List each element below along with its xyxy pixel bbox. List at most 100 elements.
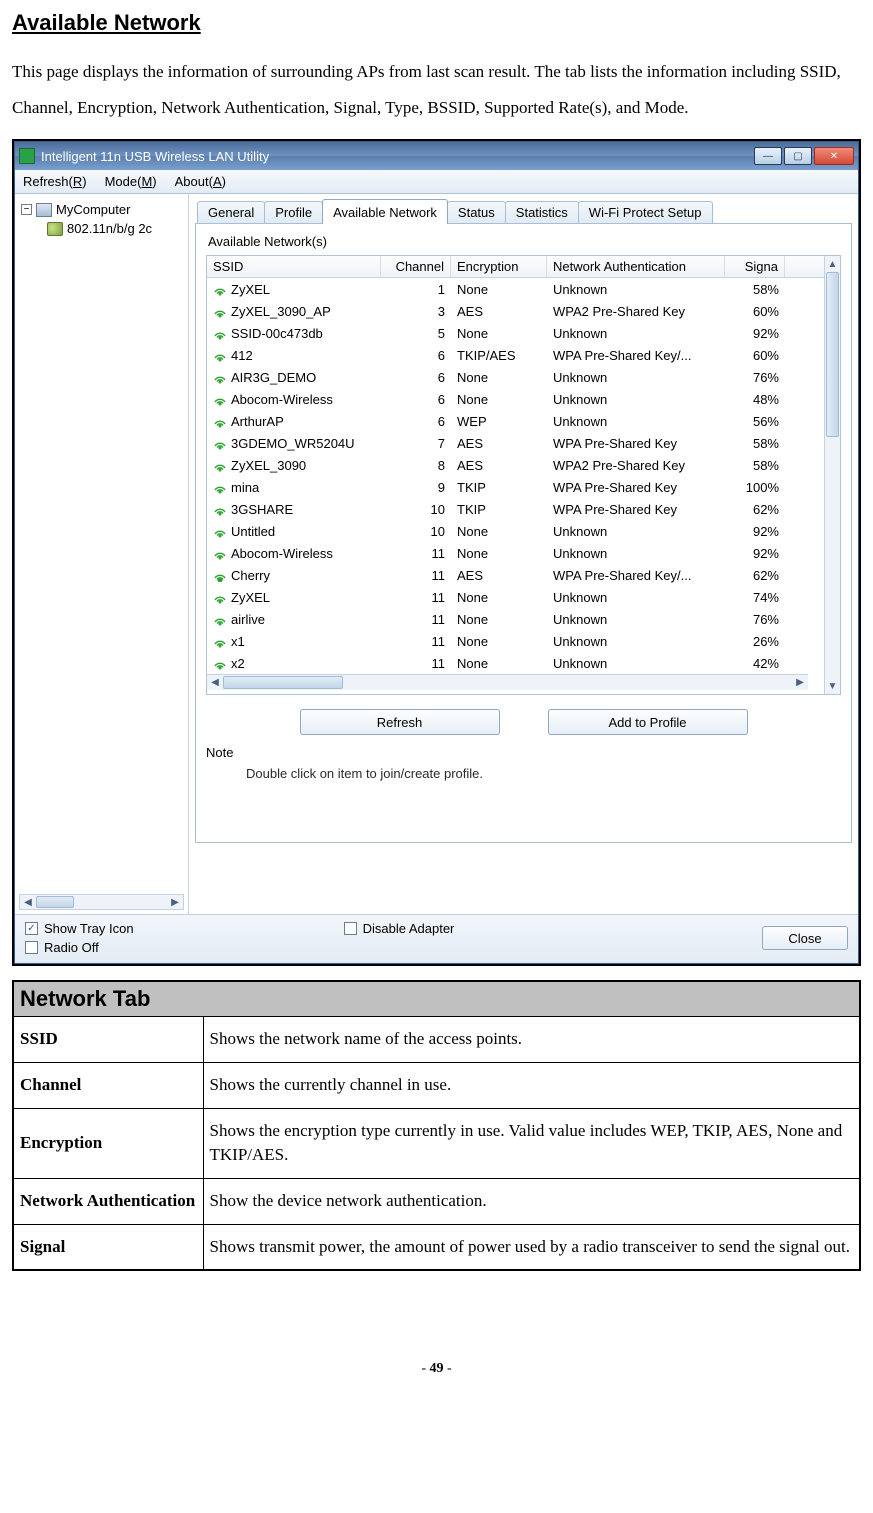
network-auth: WPA Pre-Shared Key/... xyxy=(547,346,725,365)
tree-collapse-icon[interactable]: − xyxy=(21,204,32,215)
network-auth: WPA Pre-Shared Key xyxy=(547,434,725,453)
row-label: Encryption xyxy=(13,1108,203,1178)
checkbox-icon: ✓ xyxy=(25,922,38,935)
network-auth: WPA2 Pre-Shared Key xyxy=(547,302,725,321)
network-auth: Unknown xyxy=(547,324,725,343)
network-row[interactable]: AIR3G_DEMO6NoneUnknown76% xyxy=(207,366,824,388)
network-encryption: None xyxy=(451,544,547,563)
network-row[interactable]: ZyXEL11NoneUnknown74% xyxy=(207,586,824,608)
tab-statistics[interactable]: Statistics xyxy=(505,201,579,224)
network-encryption: AES xyxy=(451,566,547,585)
network-ssid: x1 xyxy=(231,634,245,649)
network-channel: 11 xyxy=(381,588,451,607)
network-encryption: None xyxy=(451,632,547,651)
row-desc: Shows the encryption type currently in u… xyxy=(203,1108,860,1178)
network-encryption: TKIP xyxy=(451,500,547,519)
network-signal: 26% xyxy=(725,632,785,651)
network-row[interactable]: Abocom-Wireless6NoneUnknown48% xyxy=(207,388,824,410)
tab-profile[interactable]: Profile xyxy=(264,201,323,224)
network-ssid: 412 xyxy=(231,348,253,363)
network-channel: 9 xyxy=(381,478,451,497)
menu-refresh[interactable]: Refresh(R) xyxy=(23,174,87,189)
network-encryption: None xyxy=(451,324,547,343)
network-encryption: None xyxy=(451,280,547,299)
disable-adapter-checkbox[interactable]: Disable Adapter xyxy=(344,921,455,936)
network-channel: 6 xyxy=(381,390,451,409)
show-tray-label: Show Tray Icon xyxy=(44,921,134,936)
col-header-ssid[interactable]: SSID xyxy=(207,256,381,277)
tree-root-node[interactable]: − MyComputer xyxy=(19,200,184,219)
network-row[interactable]: airlive11NoneUnknown76% xyxy=(207,608,824,630)
add-to-profile-button[interactable]: Add to Profile xyxy=(548,709,748,735)
network-encryption: None xyxy=(451,588,547,607)
table-header: Network Tab xyxy=(13,981,860,1017)
network-row[interactable]: Untitled10NoneUnknown92% xyxy=(207,520,824,542)
network-channel: 6 xyxy=(381,346,451,365)
list-header-row[interactable]: SSID Channel Encryption Network Authenti… xyxy=(207,256,824,278)
tree-horizontal-scrollbar[interactable]: ◀▶ xyxy=(19,894,184,910)
wifi-signal-icon xyxy=(213,504,227,516)
network-row[interactable]: SSID-00c473db5NoneUnknown92% xyxy=(207,322,824,344)
network-signal: 92% xyxy=(725,522,785,541)
network-signal: 92% xyxy=(725,544,785,563)
tab-status[interactable]: Status xyxy=(447,201,506,224)
network-row[interactable]: ZyXEL1NoneUnknown58% xyxy=(207,278,824,300)
radio-off-checkbox[interactable]: Radio Off xyxy=(25,940,134,955)
network-ssid: Abocom-Wireless xyxy=(231,392,333,407)
tab-available-network[interactable]: Available Network xyxy=(322,199,448,224)
row-label: SSID xyxy=(13,1017,203,1063)
col-header-auth[interactable]: Network Authentication xyxy=(547,256,725,277)
menu-bar: Refresh(R) Mode(M) About(A) xyxy=(15,170,858,194)
checkbox-icon xyxy=(344,922,357,935)
network-row[interactable]: ZyXEL_3090_AP3AESWPA2 Pre-Shared Key60% xyxy=(207,300,824,322)
wifi-signal-icon xyxy=(213,658,227,670)
network-channel: 11 xyxy=(381,544,451,563)
window-title-bar[interactable]: Intelligent 11n USB Wireless LAN Utility… xyxy=(15,142,858,170)
adapter-icon xyxy=(47,222,63,236)
network-signal: 58% xyxy=(725,434,785,453)
menu-mode[interactable]: Mode(M) xyxy=(105,174,157,189)
network-ssid: mina xyxy=(231,480,259,495)
close-button[interactable]: Close xyxy=(762,926,848,950)
network-channel: 10 xyxy=(381,500,451,519)
col-header-encryption[interactable]: Encryption xyxy=(451,256,547,277)
network-row[interactable]: Abocom-Wireless11NoneUnknown92% xyxy=(207,542,824,564)
close-window-button[interactable]: ✕ xyxy=(814,147,854,165)
col-header-signal[interactable]: Signa xyxy=(725,256,785,277)
maximize-button[interactable]: ▢ xyxy=(784,147,812,165)
network-auth: Unknown xyxy=(547,588,725,607)
wifi-signal-icon xyxy=(213,372,227,384)
wifi-signal-icon xyxy=(213,570,227,582)
wifi-signal-icon xyxy=(213,548,227,560)
tree-adapter-label: 802.11n/b/g 2c xyxy=(67,221,152,236)
network-auth: Unknown xyxy=(547,632,725,651)
network-channel: 3 xyxy=(381,302,451,321)
network-encryption: AES xyxy=(451,302,547,321)
network-row[interactable]: ZyXEL_30908AESWPA2 Pre-Shared Key58% xyxy=(207,454,824,476)
list-horizontal-scrollbar[interactable]: ◀▶ xyxy=(207,674,808,690)
tab-strip: GeneralProfileAvailable NetworkStatusSta… xyxy=(197,198,852,223)
network-row[interactable]: 3GSHARE10TKIPWPA Pre-Shared Key62% xyxy=(207,498,824,520)
network-auth: WPA Pre-Shared Key xyxy=(547,500,725,519)
network-tab-table: Network Tab SSIDShows the network name o… xyxy=(12,980,861,1271)
tab-wi-fi-protect-setup[interactable]: Wi-Fi Protect Setup xyxy=(578,201,713,224)
network-channel: 1 xyxy=(381,280,451,299)
note-text: Double click on item to join/create prof… xyxy=(246,766,841,781)
show-tray-icon-checkbox[interactable]: ✓ Show Tray Icon xyxy=(25,921,134,936)
network-row[interactable]: 3GDEMO_WR5204U7AESWPA Pre-Shared Key58% xyxy=(207,432,824,454)
network-row[interactable]: mina9TKIPWPA Pre-Shared Key100% xyxy=(207,476,824,498)
network-row[interactable]: 4126TKIP/AESWPA Pre-Shared Key/...60% xyxy=(207,344,824,366)
network-ssid: AIR3G_DEMO xyxy=(231,370,316,385)
minimize-button[interactable]: — xyxy=(754,147,782,165)
col-header-channel[interactable]: Channel xyxy=(381,256,451,277)
refresh-button[interactable]: Refresh xyxy=(300,709,500,735)
list-vertical-scrollbar[interactable]: ▲▼ xyxy=(824,256,840,694)
row-label: Channel xyxy=(13,1063,203,1109)
network-row[interactable]: Cherry11AESWPA Pre-Shared Key/...62% xyxy=(207,564,824,586)
tree-adapter-node[interactable]: 802.11n/b/g 2c xyxy=(19,219,184,238)
tab-general[interactable]: General xyxy=(197,201,265,224)
network-row[interactable]: ArthurAP6WEPUnknown56% xyxy=(207,410,824,432)
network-row[interactable]: x111NoneUnknown26% xyxy=(207,630,824,652)
network-row[interactable]: x211NoneUnknown42% xyxy=(207,652,824,674)
menu-about[interactable]: About(A) xyxy=(175,174,226,189)
